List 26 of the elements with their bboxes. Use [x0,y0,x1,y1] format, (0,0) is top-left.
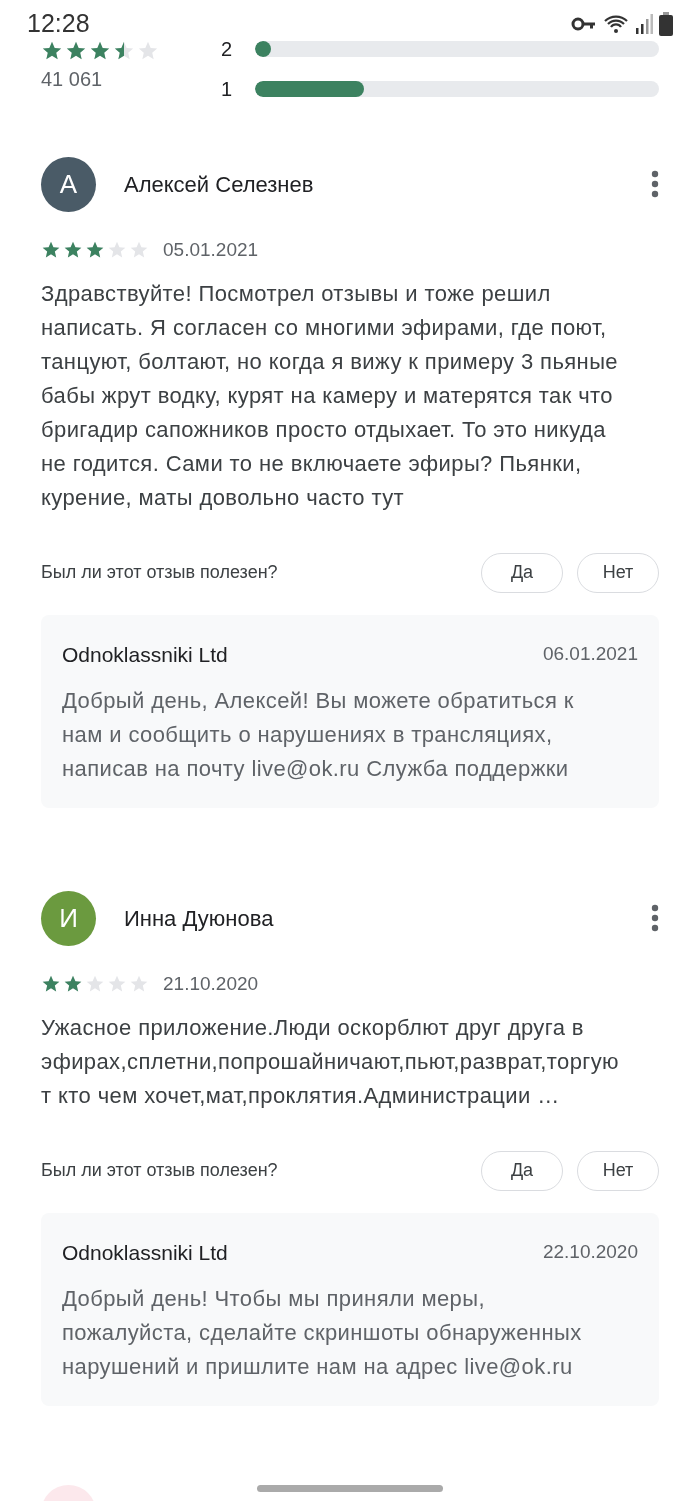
reply-date: 06.01.2021 [542,642,638,666]
reviewer-name: Алексей Селезнев [124,170,315,199]
more-icon[interactable] [651,170,659,198]
rating-count: 41 061 [41,67,104,92]
reply-author: Odnoklassniki Ltd [62,1239,228,1266]
helpful-prompt: Был ли этот отзыв полезен? [41,1159,279,1182]
signal-icon [635,13,653,35]
review-text: Ужасное приложение.Люди оскорблют друг друга в эфирах,сплетни,попрошайничают,пьют,разврат,торгуют кто чем хочет,мат,проклятия.Администрации … [41,1013,620,1110]
reply-date: 22.10.2020 [542,1240,638,1264]
reply-text: Добрый день, Алексей! Вы можете обратиться к нам и сообщить о нарушениях в трансляциях, написав на почту live@ok.ru Служба поддержки [62,687,575,783]
helpful-prompt: Был ли этот отзыв полезен? [41,561,279,584]
wifi-icon [603,13,629,35]
battery-icon [659,12,673,36]
review-date: 05.01.2021 [163,238,259,262]
reply-author: Odnoklassniki Ltd [62,641,228,668]
avatar: И [41,890,96,946]
avatar: А [41,156,96,212]
more-icon[interactable] [651,904,659,932]
reply-text: Добрый день! Чтобы мы приняли меры, пожалуйста, сделайте скриншоты обнаруженных нарушений и пришлите нам на адрес live@ok.ru [62,1285,583,1381]
review-date: 21.10.2020 [163,972,259,996]
key-icon [571,16,597,32]
bar-label: 1 [221,77,233,102]
review-text: Здравствуйте! Посмотрел отзывы и тоже решил написать. Я согласен со многими эфирами, где поют, танцуют, болтают, но когда я вижу к примеру 3 пьяные бабы жрут водку, курят на камеру и матерятся так что бригадир сапожников просто отдыхает. То это никуда не годится. Сами то не включаете эфиры? Пьянки, курение, маты довольно часто тут [41,279,619,512]
status-time: 12:28 [27,8,90,40]
reviewer-name: Инна Дуюнова [124,904,275,933]
bar-label: 2 [221,37,233,62]
